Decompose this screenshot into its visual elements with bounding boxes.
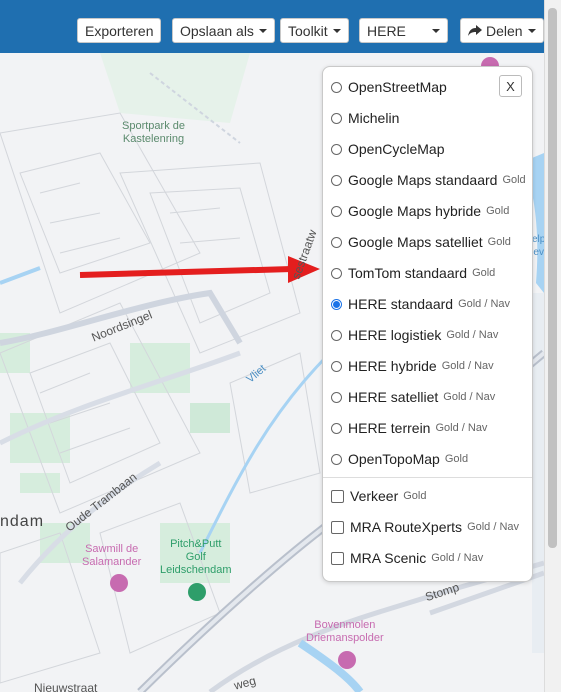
tier-tag: Gold bbox=[486, 205, 510, 217]
toolkit-dropdown[interactable]: Toolkit bbox=[280, 18, 349, 43]
close-icon: X bbox=[506, 78, 515, 94]
radio-button[interactable] bbox=[331, 205, 342, 217]
overlay-option[interactable]: Verkeer Gold bbox=[331, 485, 427, 507]
radio-button[interactable] bbox=[331, 143, 342, 155]
top-toolbar: Exporteren Opslaan als Toolkit HERE Dele… bbox=[0, 0, 544, 53]
checkbox[interactable] bbox=[331, 551, 344, 565]
caret-down-icon bbox=[258, 28, 267, 33]
base-layer-option[interactable]: Michelin bbox=[331, 107, 399, 129]
radio-button[interactable] bbox=[331, 174, 342, 186]
map-label-right-edge: elp ev bbox=[532, 234, 544, 258]
base-layer-label: Michelin bbox=[348, 110, 400, 126]
share-button[interactable]: Delen bbox=[460, 18, 544, 43]
divider bbox=[323, 477, 532, 478]
tier-tag: Gold bbox=[444, 453, 469, 465]
base-layer-label: Google Maps satelliet bbox=[348, 234, 483, 250]
base-layer-label: TomTom standaard bbox=[348, 265, 468, 281]
base-layer-label: Google Maps hybride bbox=[348, 203, 482, 219]
base-layer-option[interactable]: Google Maps hybride Gold bbox=[331, 200, 509, 222]
base-layer-label: OpenStreetMap bbox=[348, 79, 447, 95]
scrollbar-thumb[interactable] bbox=[548, 8, 557, 548]
base-layer-option[interactable]: HERE standaard Gold / Nav bbox=[331, 293, 510, 315]
radio-button[interactable] bbox=[331, 453, 342, 465]
tier-tag: Gold / Nav bbox=[435, 422, 488, 434]
map-provider-value: HERE bbox=[367, 22, 406, 39]
tier-tag: Gold bbox=[502, 174, 526, 186]
radio-button[interactable] bbox=[331, 422, 342, 434]
base-layer-option[interactable]: HERE hybride Gold / Nav bbox=[331, 355, 494, 377]
export-button-label: Exporteren bbox=[85, 22, 154, 39]
layer-selector-panel: X OpenStreetMap Michelin OpenCycleMap Googl… bbox=[322, 66, 533, 582]
base-layer-label: OpenCycleMap bbox=[348, 141, 445, 157]
tier-tag: Gold / Nav bbox=[458, 298, 511, 310]
tier-tag: Gold / Nav bbox=[467, 521, 520, 533]
base-layer-option[interactable]: TomTom standaard Gold bbox=[331, 262, 495, 284]
tier-tag: Gold / Nav bbox=[446, 329, 499, 341]
map-label-ndam: ndam bbox=[0, 513, 45, 530]
map-label-sportpark: Sportpark de Kastelenring bbox=[122, 120, 185, 145]
base-layer-option[interactable]: HERE logistiek Gold / Nav bbox=[331, 324, 498, 346]
map-label-pitch-putt: Pitch&Putt Golf Leidschendam bbox=[160, 538, 232, 576]
tier-tag: Gold / Nav bbox=[431, 552, 484, 564]
overlay-label: MRA RouteXperts bbox=[350, 519, 463, 535]
base-layer-label: HERE logistiek bbox=[348, 327, 442, 343]
share-icon bbox=[468, 24, 482, 36]
toolkit-label: Toolkit bbox=[288, 22, 328, 39]
share-label: Delen bbox=[486, 22, 523, 39]
export-button[interactable]: Exporteren bbox=[77, 18, 162, 43]
save-as-label: Opslaan als bbox=[180, 22, 254, 39]
base-layer-label: Google Maps standaard bbox=[348, 172, 498, 188]
caret-down-icon bbox=[527, 28, 536, 33]
tier-tag: Gold bbox=[487, 236, 511, 248]
map-label-sawmill: Sawmill de Salamander bbox=[82, 543, 142, 568]
caret-down-icon bbox=[332, 28, 341, 33]
radio-button[interactable] bbox=[331, 81, 342, 93]
base-layer-option[interactable]: Google Maps satelliet Gold bbox=[331, 231, 511, 253]
checkbox[interactable] bbox=[331, 520, 344, 534]
radio-button[interactable] bbox=[331, 236, 342, 248]
base-layer-label: HERE terrein bbox=[348, 420, 431, 436]
radio-button[interactable] bbox=[331, 329, 342, 341]
map-label-nieuwstraat: Nieuwstraat bbox=[34, 681, 98, 692]
radio-button[interactable] bbox=[331, 267, 342, 279]
base-layer-option[interactable]: OpenTopoMap Gold bbox=[331, 448, 468, 470]
base-layer-label: HERE standaard bbox=[348, 296, 454, 312]
map-label-bovenmolen: Bovenmolen Driemanspolder bbox=[306, 619, 384, 644]
base-layer-label: HERE satelliet bbox=[348, 389, 439, 405]
base-layer-option[interactable]: OpenCycleMap bbox=[331, 138, 445, 160]
base-layer-option[interactable]: OpenStreetMap bbox=[331, 76, 447, 98]
save-as-dropdown[interactable]: Opslaan als bbox=[172, 18, 275, 43]
close-button[interactable]: X bbox=[499, 75, 522, 97]
tier-tag: Gold / Nav bbox=[441, 360, 494, 372]
overlay-label: MRA Scenic bbox=[350, 550, 427, 566]
page-scrollbar[interactable] bbox=[544, 0, 561, 692]
base-layer-option[interactable]: Google Maps standaard Gold bbox=[331, 169, 526, 191]
base-layer-option[interactable]: HERE satelliet Gold / Nav bbox=[331, 386, 495, 408]
radio-button[interactable] bbox=[331, 391, 342, 403]
map-provider-select[interactable]: HERE bbox=[359, 18, 448, 43]
overlay-option[interactable]: MRA Scenic Gold / Nav bbox=[331, 547, 483, 569]
tier-tag: Gold / Nav bbox=[443, 391, 496, 403]
tier-tag: Gold bbox=[472, 267, 496, 279]
overlay-option[interactable]: MRA RouteXperts Gold / Nav bbox=[331, 516, 519, 538]
radio-button[interactable] bbox=[331, 298, 342, 310]
base-layer-label: HERE hybride bbox=[348, 358, 437, 374]
base-layer-label: OpenTopoMap bbox=[348, 451, 440, 467]
base-layer-option[interactable]: HERE terrein Gold / Nav bbox=[331, 417, 487, 439]
tier-tag: Gold bbox=[403, 490, 427, 502]
radio-button[interactable] bbox=[331, 112, 342, 124]
checkbox[interactable] bbox=[331, 489, 344, 503]
radio-button[interactable] bbox=[331, 360, 342, 372]
caret-down-icon bbox=[432, 28, 440, 33]
overlay-label: Verkeer bbox=[350, 488, 399, 504]
